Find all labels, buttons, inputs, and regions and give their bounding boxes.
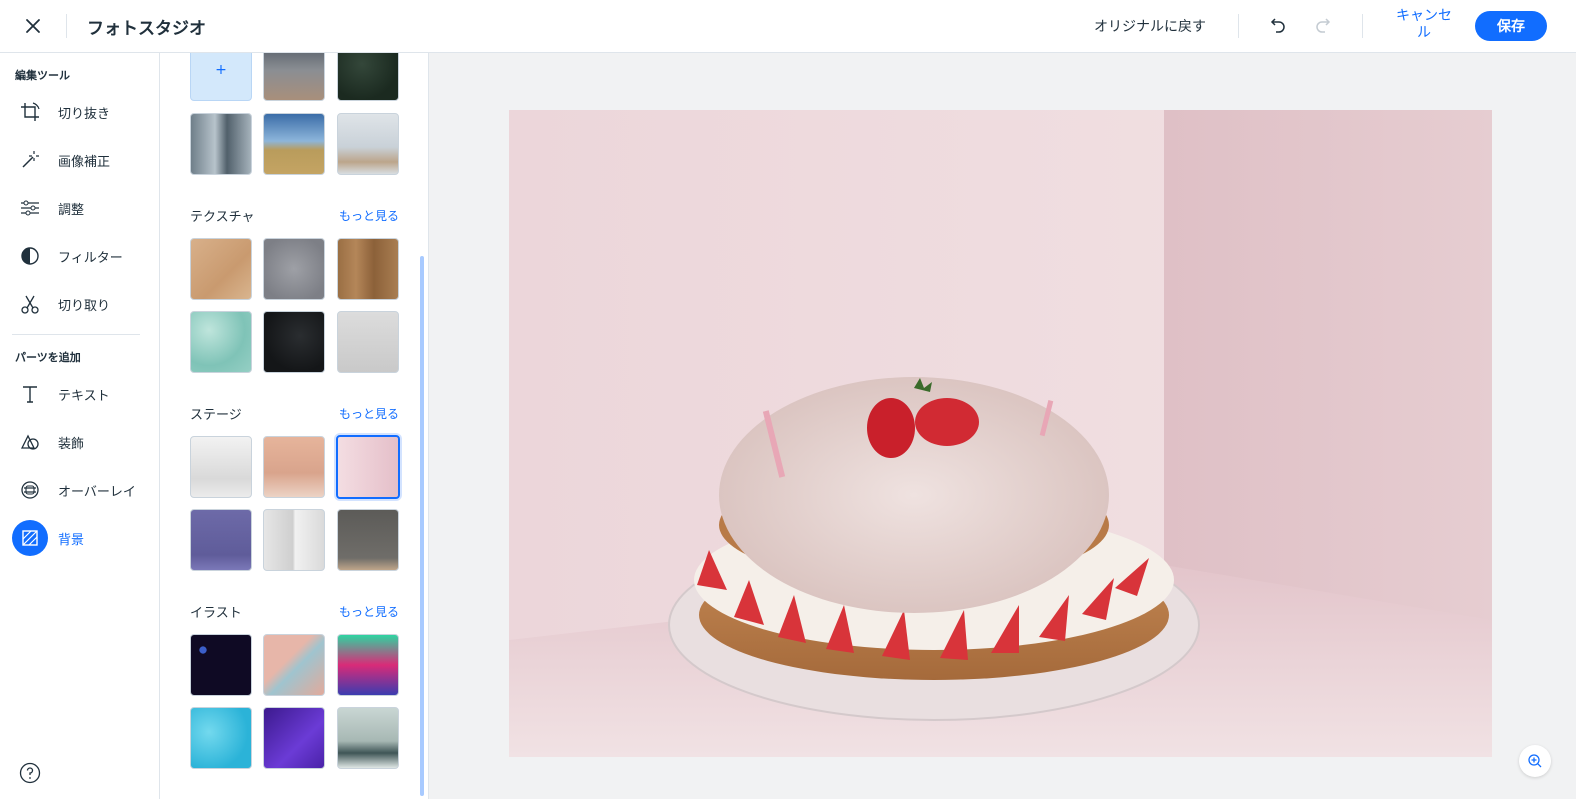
header-divider xyxy=(66,14,67,38)
stage-thumb-white[interactable] xyxy=(190,436,252,498)
tools-sidebar: 編集ツール 切り抜き 画像補正 調整 フィルター 切り取り パーツを追加 テキス… xyxy=(0,53,160,799)
background-panel: + テクスチャ もっと見る ステージ もっと見る イラスト もっと見る xyxy=(161,53,429,799)
background-thumb-building[interactable] xyxy=(190,113,252,175)
tool-label: 背景 xyxy=(58,532,85,548)
illustration-thumb-space[interactable] xyxy=(190,634,252,696)
tool-label: 画像補正 xyxy=(58,154,111,170)
header-divider xyxy=(1238,14,1239,38)
tool-cutout[interactable]: 切り取り xyxy=(12,286,152,322)
texture-thumb-wood[interactable] xyxy=(337,238,399,300)
upload-background-button[interactable]: + xyxy=(190,53,252,101)
group-title-illustration: イラスト xyxy=(190,606,242,621)
illustration-thumb-gradient[interactable] xyxy=(337,634,399,696)
stage-thumb-purple[interactable] xyxy=(190,509,252,571)
undo-icon xyxy=(1270,18,1285,33)
redo-icon xyxy=(1316,18,1331,33)
redo-button[interactable] xyxy=(1310,12,1338,40)
texture-see-more-link[interactable]: もっと見る xyxy=(339,207,399,224)
cancel-button[interactable]: キャンセル xyxy=(1396,8,1452,42)
revert-to-original-button[interactable]: オリジナルに戻す xyxy=(1094,16,1206,36)
stage-thumb-pink-corner[interactable] xyxy=(336,435,400,499)
stage-thumb-peach-pedestal[interactable] xyxy=(263,436,325,498)
edit-tools-title: 編集ツール xyxy=(15,69,70,82)
background-thumb-leaves[interactable] xyxy=(337,53,399,101)
help-button[interactable] xyxy=(19,762,41,784)
canvas-area xyxy=(429,53,1576,799)
background-thumb-field[interactable] xyxy=(263,113,325,175)
text-icon xyxy=(12,376,48,412)
close-button[interactable] xyxy=(16,9,50,43)
texture-thumb-fabric[interactable] xyxy=(337,311,399,373)
top-bar: フォトスタジオ オリジナルに戻す キャンセル 保存 xyxy=(0,0,1576,53)
illustration-see-more-link[interactable]: もっと見る xyxy=(339,603,399,620)
cake-photo-illustration xyxy=(509,110,1492,757)
illustration-thumb-mountains[interactable] xyxy=(337,707,399,769)
background-thumb-room[interactable] xyxy=(337,113,399,175)
panel-scrollbar[interactable] xyxy=(420,256,424,796)
illustration-thumb-purple-lines[interactable] xyxy=(263,707,325,769)
illustration-thumb-waves[interactable] xyxy=(190,707,252,769)
page-title: フォトスタジオ xyxy=(87,19,206,39)
add-parts-title: パーツを追加 xyxy=(15,351,81,364)
tool-label: 切り取り xyxy=(58,298,111,314)
shapes-icon xyxy=(12,424,48,460)
tool-decoration[interactable]: 装飾 xyxy=(12,424,152,460)
background-thumb-office-hall[interactable] xyxy=(263,53,325,101)
zoom-button[interactable] xyxy=(1519,745,1551,777)
group-title-stage: ステージ xyxy=(190,408,242,423)
tool-text[interactable]: テキスト xyxy=(12,376,152,412)
background-icon xyxy=(12,520,48,556)
tool-adjust[interactable]: 調整 xyxy=(12,190,152,226)
tool-background[interactable]: 背景 xyxy=(12,520,152,556)
tool-label: テキスト xyxy=(58,388,110,404)
texture-thumb-marble-black[interactable] xyxy=(263,311,325,373)
scissors-icon xyxy=(12,286,48,322)
tool-label: フィルター xyxy=(58,250,123,266)
close-icon xyxy=(26,19,40,33)
tool-label: オーバーレイ xyxy=(58,484,136,500)
zoom-in-icon xyxy=(1528,754,1542,768)
sidebar-divider xyxy=(12,334,140,335)
stage-see-more-link[interactable]: もっと見る xyxy=(339,405,399,422)
tool-auto-enhance[interactable]: 画像補正 xyxy=(12,142,152,178)
sliders-icon xyxy=(12,190,48,226)
save-button[interactable]: 保存 xyxy=(1475,11,1547,41)
undo-button[interactable] xyxy=(1263,12,1291,40)
group-title-texture: テクスチャ xyxy=(190,210,255,225)
stage-thumb-dark-wall[interactable] xyxy=(337,509,399,571)
tool-crop[interactable]: 切り抜き xyxy=(12,94,152,130)
stage-thumb-grey-corner[interactable] xyxy=(263,509,325,571)
tool-label: 調整 xyxy=(58,202,85,218)
filter-icon xyxy=(12,238,48,274)
tool-overlay[interactable]: オーバーレイ xyxy=(12,472,152,508)
illustration-thumb-paper-fold[interactable] xyxy=(263,634,325,696)
texture-thumb-concrete[interactable] xyxy=(263,238,325,300)
tool-label: 装飾 xyxy=(58,436,85,452)
header-divider xyxy=(1362,14,1363,38)
tool-label: 切り抜き xyxy=(58,106,111,122)
tool-filter[interactable]: フィルター xyxy=(12,238,152,274)
help-icon xyxy=(19,762,41,784)
crop-rotate-icon xyxy=(12,94,48,130)
edited-photo[interactable] xyxy=(509,110,1492,757)
magic-wand-icon xyxy=(12,142,48,178)
overlay-icon xyxy=(12,472,48,508)
texture-thumb-paper[interactable] xyxy=(190,238,252,300)
texture-thumb-water[interactable] xyxy=(190,311,252,373)
